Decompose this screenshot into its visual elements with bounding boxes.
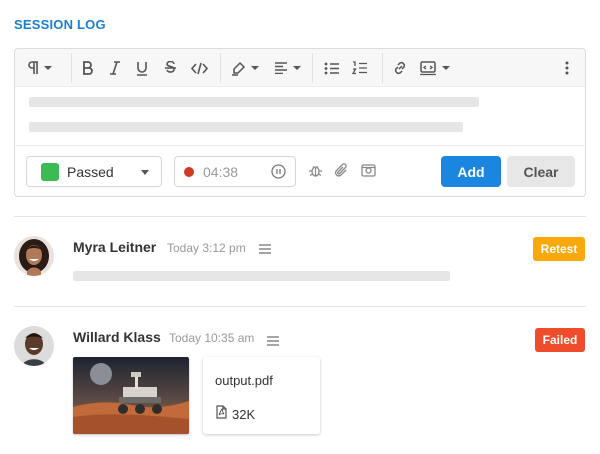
status-badge: Failed: [535, 328, 585, 352]
file-name: output.pdf: [215, 373, 273, 388]
bug-icon[interactable]: [308, 163, 323, 183]
more-icon[interactable]: [563, 58, 571, 78]
editor-text-placeholder[interactable]: [29, 122, 463, 132]
image-attachment-thumbnail[interactable]: [73, 357, 189, 434]
status-badge: Retest: [533, 237, 585, 261]
entry-text-placeholder: [73, 271, 450, 281]
composer-controls: Passed 04:38 Add Clear: [15, 145, 585, 197]
italic-icon[interactable]: [108, 58, 122, 78]
avatar[interactable]: [14, 326, 54, 366]
code-icon[interactable]: [190, 58, 208, 78]
align-icon[interactable]: [274, 58, 301, 78]
status-color-swatch: [41, 162, 59, 181]
clear-button[interactable]: Clear: [507, 156, 575, 187]
numbered-list-icon[interactable]: [352, 58, 368, 78]
file-size: 32K: [232, 407, 256, 422]
divider: [14, 216, 586, 217]
entry-author[interactable]: Myra Leitner: [73, 239, 156, 255]
bold-icon[interactable]: [80, 58, 94, 78]
pdf-file-icon: [216, 405, 227, 424]
menu-icon[interactable]: [267, 333, 279, 351]
screenshot-icon[interactable]: [361, 163, 376, 182]
pause-icon[interactable]: [271, 164, 286, 184]
bullet-list-icon[interactable]: [324, 58, 340, 78]
page-title: SESSION LOG: [14, 17, 106, 32]
underline-icon[interactable]: [135, 58, 149, 78]
log-editor: Passed 04:38 Add Clear: [14, 48, 586, 197]
session-timer: 04:38: [174, 156, 296, 187]
file-attachment-card[interactable]: output.pdf 32K: [203, 357, 320, 434]
status-select[interactable]: Passed: [26, 156, 162, 187]
status-label: Passed: [67, 163, 114, 180]
link-icon[interactable]: [392, 58, 408, 78]
paperclip-icon[interactable]: [334, 163, 348, 183]
paragraph-icon[interactable]: [27, 58, 52, 78]
timer-value: 04:38: [203, 163, 239, 180]
entry-time: Today 10:35 am: [169, 331, 255, 345]
add-button[interactable]: Add: [441, 156, 501, 187]
entry-time: Today 3:12 pm: [167, 241, 246, 255]
highlighter-icon[interactable]: [231, 58, 259, 78]
editor-text-placeholder[interactable]: [29, 97, 479, 107]
avatar[interactable]: [14, 236, 54, 276]
divider: [14, 306, 586, 307]
embed-icon[interactable]: [419, 58, 450, 78]
record-icon: [184, 166, 194, 177]
strikethrough-icon[interactable]: [163, 58, 177, 78]
editor-toolbar: [15, 49, 585, 87]
menu-icon[interactable]: [259, 241, 271, 259]
entry-author[interactable]: Willard Klass: [73, 329, 161, 345]
file-size-row: 32K: [216, 405, 255, 424]
chevron-down-icon: [141, 170, 149, 175]
